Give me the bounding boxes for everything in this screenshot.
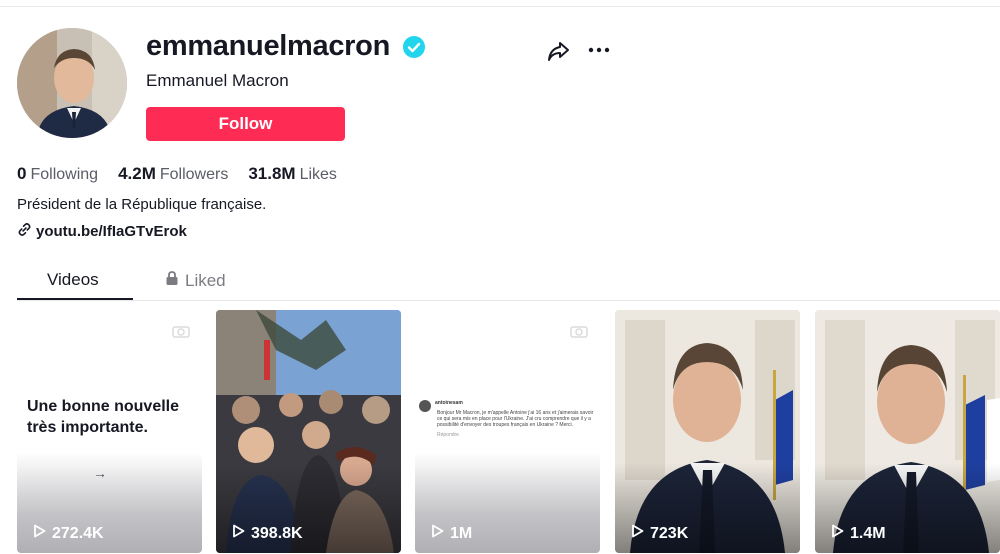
stat-value: 0 — [17, 164, 27, 183]
profile-stats: 0 Following 4.2M Followers 31.8M Likes — [17, 164, 337, 184]
view-count: 723K — [631, 524, 688, 543]
more-icon[interactable] — [586, 40, 612, 60]
view-count-label: 723K — [650, 524, 689, 542]
active-tab-indicator — [17, 298, 133, 300]
play-icon — [831, 524, 844, 543]
clip-icon — [570, 324, 588, 338]
stat-value: 31.8M — [248, 164, 296, 183]
commenter-avatar — [419, 400, 431, 412]
bio: Président de la République française. — [17, 196, 267, 213]
profile-tabs: Videos Liked — [17, 264, 1000, 301]
link-icon — [17, 222, 32, 241]
stat-followers[interactable]: 4.2M Followers — [118, 164, 228, 184]
stat-value: 4.2M — [118, 164, 156, 183]
username: emmanuelmacron — [146, 30, 390, 62]
reply-label: Répondre — [437, 432, 459, 438]
play-icon — [232, 524, 245, 543]
stat-label: Following — [30, 166, 99, 183]
stat-label: Followers — [159, 166, 229, 183]
share-icon[interactable] — [545, 38, 571, 64]
play-icon — [631, 524, 644, 543]
tab-liked-label: Liked — [185, 270, 226, 290]
video-card[interactable]: Une bonne nouvelle très importante. → 27… — [17, 310, 202, 553]
follow-button[interactable]: Follow — [146, 107, 345, 141]
view-count-label: 1.4M — [850, 524, 886, 542]
lock-icon — [165, 270, 179, 291]
view-count: 398.8K — [232, 524, 303, 543]
profile-link[interactable]: youtu.be/IfIaGTvErok — [17, 222, 187, 241]
tab-liked[interactable]: Liked — [165, 270, 226, 291]
view-count-label: 272.4K — [52, 524, 104, 542]
view-count-label: 1M — [450, 524, 473, 542]
nickname: Emmanuel Macron — [146, 71, 289, 90]
top-divider — [0, 6, 1000, 7]
stat-label: Likes — [299, 166, 337, 183]
stat-following[interactable]: 0 Following — [17, 164, 98, 184]
stat-likes: 31.8M Likes — [248, 164, 337, 184]
video-card[interactable]: antoinesam Bonjour Mr Macron, je m'appel… — [415, 310, 600, 553]
video-card[interactable]: 1.4M — [815, 310, 1000, 553]
view-count: 272.4K — [33, 524, 104, 543]
link-text: youtu.be/IfIaGTvErok — [36, 223, 187, 240]
view-count-label: 398.8K — [251, 524, 303, 542]
view-count: 1M — [431, 524, 472, 543]
commenter-handle: antoinesam — [435, 400, 463, 406]
comment-card: antoinesam Bonjour Mr Macron, je m'appel… — [419, 400, 599, 438]
avatar[interactable] — [17, 28, 127, 138]
play-icon — [431, 524, 444, 543]
play-icon — [33, 524, 46, 543]
comment-text: Bonjour Mr Macron, je m'appelle Antoine … — [437, 410, 594, 428]
verified-badge-icon — [403, 36, 425, 58]
video-caption: Une bonne nouvelle très importante. — [27, 398, 180, 436]
clip-icon — [172, 324, 190, 338]
video-card[interactable]: 398.8K — [216, 310, 401, 553]
video-card[interactable]: 723K — [615, 310, 800, 553]
view-count: 1.4M — [831, 524, 886, 543]
tab-videos[interactable]: Videos — [47, 270, 99, 290]
